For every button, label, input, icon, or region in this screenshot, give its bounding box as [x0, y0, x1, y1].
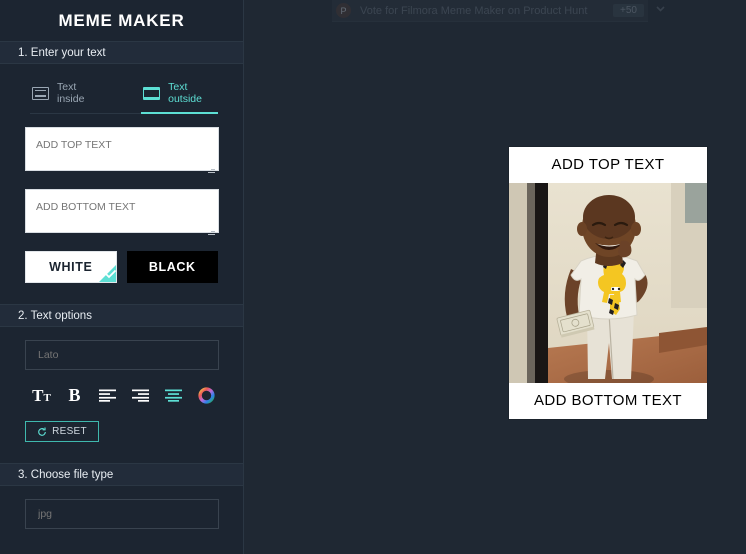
- color-swatch-white[interactable]: WHITE: [25, 251, 117, 283]
- section-body-file-type: CREATE ❯: [0, 486, 243, 554]
- reset-button[interactable]: RESET: [25, 421, 99, 442]
- notification-badge: +50: [613, 3, 644, 18]
- text-inside-icon: [32, 86, 49, 100]
- section-header-file-type: 3. Choose file type: [0, 463, 243, 486]
- meme-top-text: ADD TOP TEXT: [509, 147, 707, 183]
- font-size-icon[interactable]: TT: [25, 384, 58, 406]
- font-family-input[interactable]: [25, 340, 219, 370]
- page-title: MEME MAKER: [0, 0, 243, 41]
- tab-text-inside[interactable]: Text inside: [30, 76, 101, 114]
- file-type-input[interactable]: [25, 499, 219, 529]
- product-hunt-icon: P: [336, 3, 351, 18]
- tab-label: Text inside: [57, 81, 85, 105]
- align-right-icon[interactable]: [124, 384, 157, 406]
- align-center-icon[interactable]: [157, 384, 190, 406]
- meme-maker-app: ↗ Visit Filmora Video Trimmer per Day +2…: [0, 0, 746, 554]
- text-outside-icon: [143, 86, 161, 100]
- meme-bottom-text: ADD BOTTOM TEXT: [509, 383, 707, 419]
- text-placement-tabs: Text inside Text outside: [30, 76, 218, 114]
- section-body-text-options: TT B: [0, 327, 243, 442]
- notification-overlay: ↗ Visit Filmora Video Trimmer per Day +2…: [332, 0, 665, 22]
- reset-label: RESET: [52, 426, 87, 437]
- notification-row[interactable]: P Vote for Filmora Meme Maker on Product…: [332, 0, 665, 22]
- section-body-enter-text: Text inside Text outside WHITE: [0, 76, 243, 283]
- tab-text-outside[interactable]: Text outside: [141, 76, 218, 114]
- bold-icon[interactable]: B: [58, 384, 91, 406]
- check-icon: [98, 265, 116, 282]
- chevron-down-icon[interactable]: [655, 1, 666, 19]
- text-color-swatches: WHITE BLACK: [25, 251, 218, 283]
- swatch-label: BLACK: [148, 260, 196, 274]
- section-header-text-options: 2. Text options: [0, 304, 243, 327]
- bottom-text-input[interactable]: [25, 189, 219, 233]
- meme-photo: [509, 183, 707, 383]
- text-format-toolbar: TT B: [25, 384, 219, 406]
- control-panel: MEME MAKER 1. Enter your text Text insid…: [0, 0, 244, 554]
- color-wheel-icon[interactable]: [190, 384, 223, 406]
- section-header-enter-text: 1. Enter your text: [0, 41, 243, 64]
- meme-preview[interactable]: ADD TOP TEXT ADD BOTTOM TEXT: [509, 147, 707, 419]
- badge-value: +50: [620, 4, 637, 16]
- tab-label: Text outside: [168, 81, 202, 105]
- bottom-text-wrapper: [25, 176, 219, 238]
- top-text-input[interactable]: [25, 127, 219, 171]
- align-left-icon[interactable]: [91, 384, 124, 406]
- notification-text: Vote for Filmora Meme Maker on Product H…: [360, 4, 588, 17]
- color-swatch-black[interactable]: BLACK: [126, 251, 218, 283]
- top-text-wrapper: [25, 114, 219, 176]
- refresh-icon: [38, 427, 46, 436]
- swatch-label: WHITE: [49, 260, 93, 274]
